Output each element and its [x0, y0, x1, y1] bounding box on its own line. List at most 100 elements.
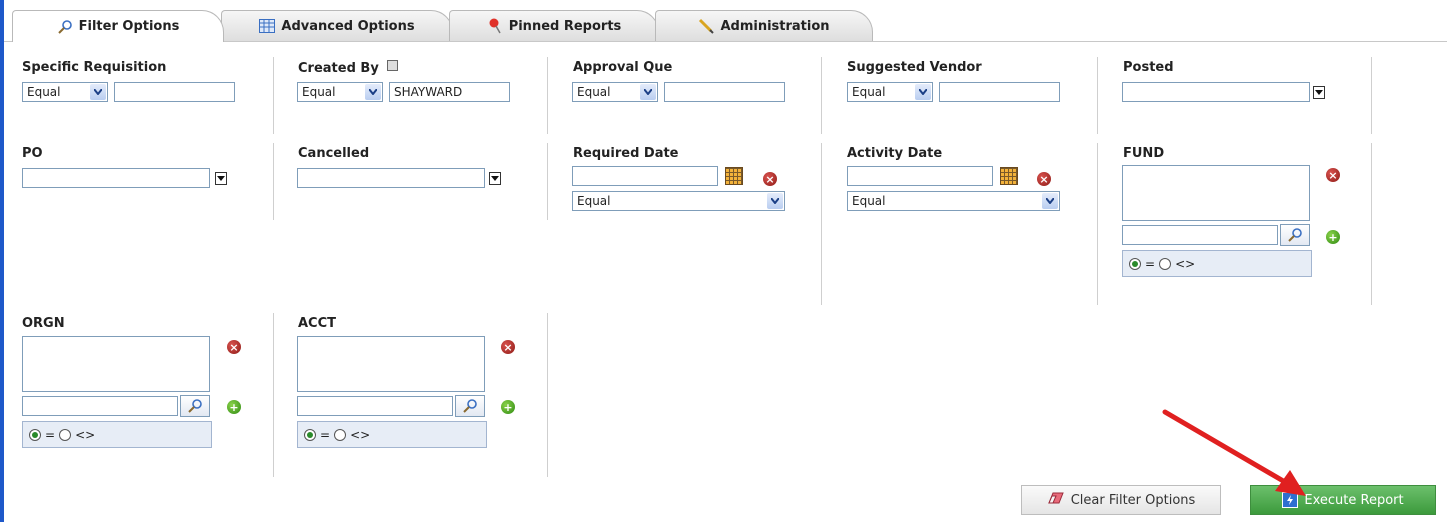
radio-equal[interactable]: [1129, 257, 1141, 270]
orgn-label: ORGN: [22, 316, 65, 331]
radio-not-equal[interactable]: [334, 428, 347, 441]
remove-icon[interactable]: ×: [1326, 168, 1340, 182]
clear-filter-options-label: Clear Filter Options: [1070, 492, 1196, 508]
acct-search-button[interactable]: [455, 395, 485, 417]
suggested-vendor-input[interactable]: [939, 82, 1060, 102]
radio-equal[interactable]: [29, 428, 41, 441]
suggested-vendor-label: Suggested Vendor: [847, 60, 982, 75]
add-icon[interactable]: +: [227, 400, 241, 414]
remove-icon[interactable]: ×: [227, 340, 241, 354]
operator-value: Equal: [852, 194, 886, 208]
acct-match-radio-group: = <>: [297, 421, 487, 448]
operator-value: Equal: [577, 194, 611, 208]
orgn-search-button[interactable]: [180, 395, 210, 417]
acct-search-input[interactable]: [297, 396, 453, 416]
column-divider: [1371, 57, 1372, 134]
po-input[interactable]: [22, 168, 210, 188]
table-icon: [259, 18, 276, 34]
tab-label: Administration: [720, 18, 830, 34]
lightning-icon: [1282, 492, 1299, 508]
magnifier-icon: [1288, 228, 1302, 242]
radio-equal-label: =: [1145, 256, 1156, 271]
clear-icon[interactable]: ×: [763, 172, 777, 186]
calendar-icon[interactable]: [1000, 167, 1018, 185]
pencil-icon: [698, 18, 715, 34]
add-icon[interactable]: +: [501, 400, 515, 414]
orgn-match-radio-group: = <>: [22, 421, 212, 448]
fund-list-box[interactable]: [1122, 165, 1310, 221]
acct-list-box[interactable]: [297, 336, 485, 392]
created-by-label-text: Created By: [298, 61, 379, 76]
fund-search-input[interactable]: [1122, 225, 1278, 245]
remove-icon[interactable]: ×: [501, 340, 515, 354]
radio-not-equal-label: <>: [75, 427, 96, 442]
created-by-input[interactable]: SHAYWARD: [389, 82, 510, 102]
column-divider: [821, 143, 822, 305]
suggested-vendor-operator-select[interactable]: Equal: [847, 82, 933, 102]
fund-search-button[interactable]: [1280, 224, 1310, 246]
operator-value: Equal: [302, 85, 336, 99]
tab-administration[interactable]: Administration: [655, 10, 873, 41]
specific-requisition-operator-select[interactable]: Equal: [22, 82, 108, 102]
tab-label: Advanced Options: [281, 18, 415, 34]
add-icon[interactable]: +: [1326, 230, 1340, 244]
magnifier-icon: [188, 399, 202, 413]
column-divider: [547, 143, 548, 220]
posted-label: Posted: [1123, 60, 1174, 75]
approval-que-label: Approval Que: [573, 60, 673, 75]
execute-report-label: Execute Report: [1304, 492, 1404, 508]
column-divider: [821, 57, 822, 134]
chevron-down-icon: [640, 84, 656, 100]
clear-icon[interactable]: ×: [1037, 172, 1051, 186]
chevron-down-icon: [90, 84, 106, 100]
activity-date-label: Activity Date: [847, 146, 943, 161]
tab-advanced-options[interactable]: Advanced Options: [221, 10, 453, 41]
tab-label: Pinned Reports: [508, 18, 622, 34]
radio-not-equal-label: <>: [1175, 256, 1196, 271]
acct-label: ACCT: [298, 316, 337, 331]
radio-not-equal-label: <>: [350, 427, 371, 442]
column-divider: [1097, 57, 1098, 134]
chevron-down-icon: [1042, 193, 1058, 209]
created-by-label: Created By: [298, 60, 399, 76]
save-icon[interactable]: [387, 60, 399, 71]
radio-equal[interactable]: [304, 428, 316, 441]
required-date-operator-select[interactable]: Equal: [572, 191, 785, 211]
cancelled-input[interactable]: [297, 168, 485, 188]
required-date-label: Required Date: [573, 146, 679, 161]
specific-requisition-input[interactable]: [114, 82, 235, 102]
cancelled-dropdown-toggle[interactable]: [489, 172, 501, 185]
fund-label: FUND: [1123, 146, 1165, 161]
tab-pinned-reports[interactable]: Pinned Reports: [449, 10, 659, 41]
orgn-list-box[interactable]: [22, 336, 210, 392]
cancelled-label: Cancelled: [298, 146, 370, 161]
activity-date-input[interactable]: [847, 166, 993, 186]
execute-report-button[interactable]: Execute Report: [1250, 485, 1436, 515]
column-divider: [273, 57, 274, 134]
tab-label: Filter Options: [78, 19, 180, 34]
clear-filter-options-button[interactable]: Clear Filter Options: [1021, 485, 1221, 515]
column-divider: [1371, 143, 1372, 305]
posted-dropdown-toggle[interactable]: [1313, 86, 1325, 99]
specific-requisition-label: Specific Requisition: [22, 60, 167, 75]
created-by-operator-select[interactable]: Equal: [297, 82, 383, 102]
column-divider: [547, 57, 548, 134]
orgn-search-input[interactable]: [22, 396, 178, 416]
operator-value: Equal: [852, 85, 886, 99]
calendar-icon[interactable]: [725, 167, 743, 185]
approval-que-input[interactable]: [664, 82, 785, 102]
po-dropdown-toggle[interactable]: [215, 172, 227, 185]
required-date-input[interactable]: [572, 166, 718, 186]
chevron-down-icon: [915, 84, 931, 100]
magnifier-icon: [57, 19, 73, 35]
po-label: PO: [22, 146, 43, 161]
radio-not-equal[interactable]: [1159, 257, 1172, 270]
approval-que-operator-select[interactable]: Equal: [572, 82, 658, 102]
activity-date-operator-select[interactable]: Equal: [847, 191, 1060, 211]
magnifier-icon: [463, 399, 477, 413]
radio-equal-label: =: [45, 427, 56, 442]
tab-filter-options[interactable]: Filter Options: [12, 10, 224, 42]
radio-not-equal[interactable]: [59, 428, 72, 441]
eraser-icon: [1047, 492, 1065, 508]
posted-input[interactable]: [1122, 82, 1310, 102]
